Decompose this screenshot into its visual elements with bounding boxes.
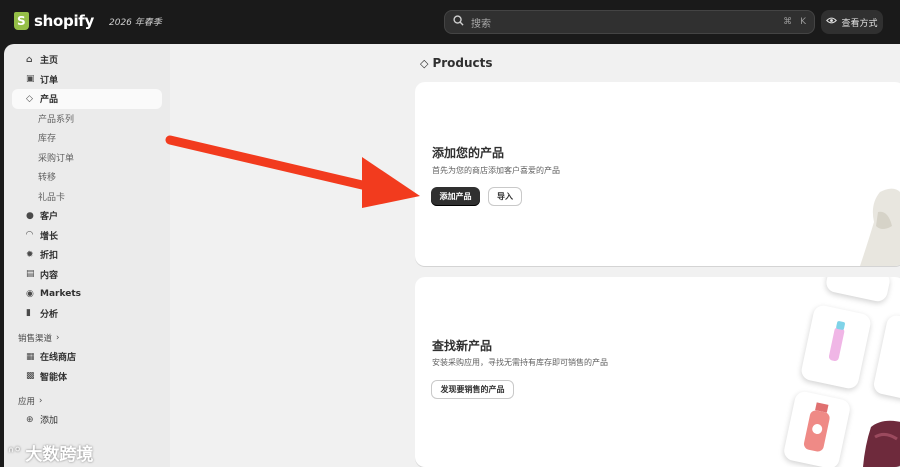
sidebar-item-customers[interactable]: ● 客户 <box>12 206 162 226</box>
product-illustration <box>860 188 900 266</box>
view-mode-button[interactable]: 查看方式 <box>821 10 883 34</box>
sidebar-item-analytics[interactable]: ▮ 分析 <box>12 304 162 324</box>
sidebar-item-label: 添加 <box>40 416 59 427</box>
shopify-bag-icon <box>14 12 29 30</box>
sidebar-item-label: 分析 <box>40 309 59 320</box>
sidebar-item-label: 内容 <box>40 270 59 281</box>
agent-icon: ▩ <box>26 371 35 382</box>
sidebar-subitem-inventory[interactable]: 库存 <box>4 128 170 148</box>
card-title: 查找新产品 <box>432 339 493 353</box>
sidebar-subitem-purchase-orders[interactable]: 采购订单 <box>4 148 170 168</box>
sidebar-item-label: 折扣 <box>40 251 59 262</box>
discover-products-button[interactable]: 发现要销售的产品 <box>431 380 514 399</box>
card-description: 安装采购应用，寻找无需持有库存即可销售的产品 <box>432 358 608 367</box>
product-tile <box>824 277 892 304</box>
sidebar-item-label: 客户 <box>40 212 59 223</box>
content-icon: ▤ <box>26 269 35 280</box>
add-products-card: 添加您的产品 首先为您的商店添加客户喜爱的产品 添加产品 导入 <box>415 82 900 266</box>
eye-icon <box>826 16 838 28</box>
add-product-button[interactable]: 添加产品 <box>431 187 480 206</box>
apps-label: 应用 <box>18 396 36 407</box>
red-bottle-icon <box>803 402 830 452</box>
sidebar-subitem-collections[interactable]: 产品系列 <box>4 109 170 129</box>
serum-bottle-icon <box>828 321 845 361</box>
sidebar-item-growth[interactable]: ◠ 增长 <box>12 226 162 246</box>
person-icon: ● <box>26 210 34 221</box>
tag-icon: ◇ <box>26 93 33 104</box>
card-title: 添加您的产品 <box>432 146 505 160</box>
import-button[interactable]: 导入 <box>488 187 522 206</box>
card-description: 首先为您的商店添加客户喜爱的产品 <box>432 166 560 175</box>
store-icon: ▦ <box>26 351 35 362</box>
find-products-card: 查找新产品 安装采购应用，寻找无需持有库存即可销售的产品 发现要销售的产品 <box>415 277 900 467</box>
sidebar-item-agent[interactable]: ▩ 智能体 <box>12 367 162 387</box>
sidebar-item-label: 增长 <box>40 231 59 242</box>
search-placeholder: 搜索 <box>471 18 491 30</box>
page-title-text: Products <box>432 56 493 70</box>
gauge-icon: ◠ <box>26 230 33 241</box>
sidebar-item-label: 在线商店 <box>40 353 77 364</box>
sidebar: ⌂ 主页 ▣ 订单 ◇ 产品 产品系列 库存 采购订单 转移 礼品卡 ● 客户 … <box>4 44 170 467</box>
tag-icon: ◇ <box>420 56 429 70</box>
chevron-right-icon: › <box>56 332 60 343</box>
product-tile-bottle <box>782 389 852 467</box>
sweater-illustration <box>863 420 900 467</box>
search-input[interactable]: 搜索 ⌘ K <box>444 10 815 34</box>
watermark-text: 大数跨境 <box>25 445 94 465</box>
sidebar-item-label: 主页 <box>40 56 59 67</box>
sidebar-item-home[interactable]: ⌂ 主页 <box>12 50 162 70</box>
view-mode-label: 查看方式 <box>841 18 878 29</box>
plus-circle-icon: ⊕ <box>26 414 34 425</box>
page-title: ◇ Products <box>420 56 493 70</box>
top-bar: shopify 2026 年春季 搜索 ⌘ K 查看方式 <box>0 0 900 44</box>
inbox-icon: ▣ <box>26 74 35 85</box>
home-icon: ⌂ <box>26 54 33 65</box>
cmd-key-hint: ⌘ <box>783 17 793 27</box>
search-icon <box>453 15 467 29</box>
product-tile <box>872 313 900 401</box>
shopify-logo[interactable]: shopify 2026 年春季 <box>14 12 162 30</box>
sidebar-subitem-transfers[interactable]: 转移 <box>4 167 170 187</box>
chevron-right-icon: › <box>39 395 43 406</box>
chart-icon: ▮ <box>26 308 31 319</box>
discount-icon: ✹ <box>26 249 34 260</box>
sidebar-item-markets[interactable]: ◉ Markets <box>12 284 162 304</box>
sidebar-item-discounts[interactable]: ✹ 折扣 <box>12 245 162 265</box>
sidebar-item-add-app[interactable]: ⊕ 添加 <box>12 410 162 430</box>
sidebar-item-label: 产品 <box>40 95 59 106</box>
sidebar-item-label: 智能体 <box>40 372 68 383</box>
main-content: ◇ Products 添加您的产品 首先为您的商店添加客户喜爱的产品 添加产品 … <box>170 44 900 467</box>
sidebar-subitem-gift-cards[interactable]: 礼品卡 <box>4 187 170 207</box>
watermark: ᐢ° 大数跨境 <box>8 440 94 466</box>
sales-channels-label: 销售渠道 <box>18 333 53 344</box>
sidebar-item-online-store[interactable]: ▦ 在线商店 <box>12 347 162 367</box>
edition-label: 2026 年春季 <box>109 17 162 28</box>
sales-channels-header[interactable]: 销售渠道 › <box>4 328 170 347</box>
watermark-logo-icon: ᐢ° <box>8 443 22 462</box>
sidebar-item-label: Markets <box>40 288 81 299</box>
k-key-hint: K <box>800 17 806 27</box>
sidebar-item-orders[interactable]: ▣ 订单 <box>12 70 162 90</box>
apps-header[interactable]: 应用 › <box>4 391 170 410</box>
sidebar-item-content[interactable]: ▤ 内容 <box>12 265 162 285</box>
brand-name: shopify <box>34 12 94 30</box>
product-tile-serum <box>799 303 873 391</box>
globe-icon: ◉ <box>26 288 34 299</box>
sidebar-item-products[interactable]: ◇ 产品 <box>12 89 162 109</box>
sidebar-item-label: 订单 <box>40 75 59 86</box>
